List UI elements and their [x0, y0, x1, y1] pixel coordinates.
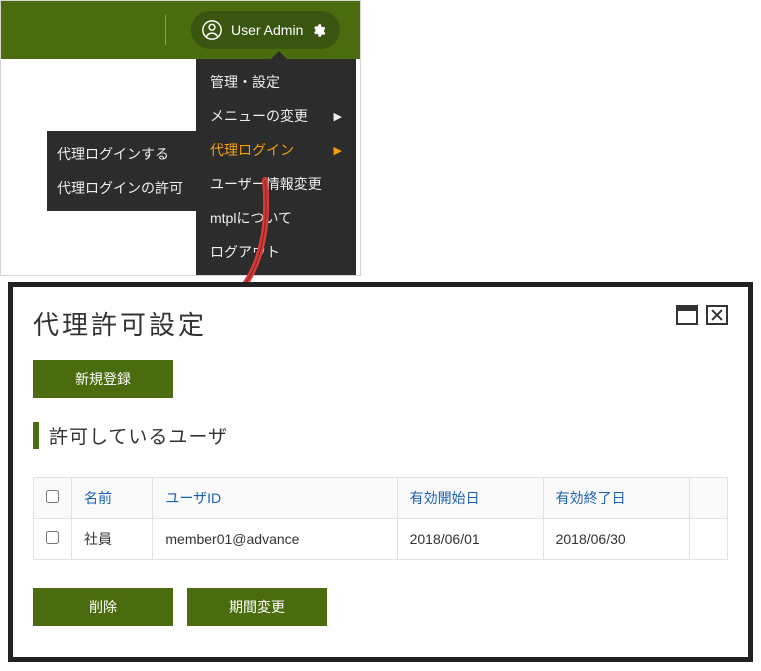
table-row: 社員 member01@advance 2018/06/01 2018/06/3…	[34, 519, 728, 560]
permitted-users-heading: 許可しているユーザ	[33, 422, 728, 449]
close-icon[interactable]	[706, 305, 728, 325]
menu-item-about[interactable]: mtplについて	[196, 201, 356, 235]
user-avatar-icon	[201, 19, 223, 41]
chevron-right-icon: ▶	[334, 110, 342, 123]
submenu-item-label: 代理ログインの許可	[57, 180, 183, 196]
col-end-date[interactable]: 有効終了日	[543, 478, 689, 519]
gear-icon	[311, 23, 326, 38]
menu-item-logout[interactable]: ログアウト	[196, 235, 356, 269]
menu-item-user-info[interactable]: ユーザー情報変更	[196, 167, 356, 201]
menu-item-label: メニューの変更	[210, 106, 308, 126]
user-label: User Admin	[231, 22, 303, 38]
menu-item-label: ログアウト	[210, 242, 280, 262]
select-all-checkbox[interactable]	[46, 490, 59, 503]
maximize-icon[interactable]	[676, 305, 698, 325]
header-region: User Admin 管理・設定 メニューの変更 ▶ 代理ログイン ▶ ユーザー…	[0, 0, 361, 276]
col-actions	[689, 478, 727, 519]
proxy-permission-panel: 代理許可設定 新規登録 許可しているユーザ 名前 ユーザID 有効開始日 有効終…	[8, 282, 753, 662]
col-name[interactable]: 名前	[72, 478, 153, 519]
menu-item-label: 管理・設定	[210, 72, 280, 92]
col-user-id[interactable]: ユーザID	[153, 478, 397, 519]
menu-item-admin-settings[interactable]: 管理・設定	[196, 65, 356, 99]
col-start-date[interactable]: 有効開始日	[397, 478, 543, 519]
user-dropdown: 管理・設定 メニューの変更 ▶ 代理ログイン ▶ ユーザー情報変更 mtplにつ…	[196, 59, 356, 275]
panel-title: 代理許可設定	[33, 305, 207, 342]
select-all-cell[interactable]	[34, 478, 72, 519]
submenu-item-proxy-login-do[interactable]: 代理ログインする	[47, 137, 197, 171]
header-divider	[165, 15, 166, 45]
cell-actions	[689, 519, 727, 560]
menu-item-change-menu[interactable]: メニューの変更 ▶	[196, 99, 356, 133]
cell-start-date: 2018/06/01	[397, 519, 543, 560]
submenu-item-proxy-login-permit[interactable]: 代理ログインの許可	[47, 171, 197, 205]
change-period-button[interactable]: 期間変更	[187, 588, 327, 626]
header-bar: User Admin	[1, 1, 360, 59]
cell-name: 社員	[72, 519, 153, 560]
menu-item-label: 代理ログイン	[210, 140, 294, 160]
row-checkbox[interactable]	[46, 531, 59, 544]
new-register-button[interactable]: 新規登録	[33, 360, 173, 398]
menu-item-label: mtplについて	[210, 208, 292, 228]
menu-item-label: ユーザー情報変更	[210, 174, 322, 194]
delete-button[interactable]: 削除	[33, 588, 173, 626]
menu-item-proxy-login[interactable]: 代理ログイン ▶	[196, 133, 356, 167]
cell-end-date: 2018/06/30	[543, 519, 689, 560]
submenu-item-label: 代理ログインする	[57, 146, 169, 162]
proxy-login-submenu: 代理ログインする 代理ログインの許可	[47, 131, 197, 211]
user-menu-button[interactable]: User Admin	[191, 11, 340, 49]
permitted-users-table: 名前 ユーザID 有効開始日 有効終了日 社員 member01@advance…	[33, 477, 728, 560]
chevron-right-icon: ▶	[334, 144, 342, 157]
cell-user-id: member01@advance	[153, 519, 397, 560]
